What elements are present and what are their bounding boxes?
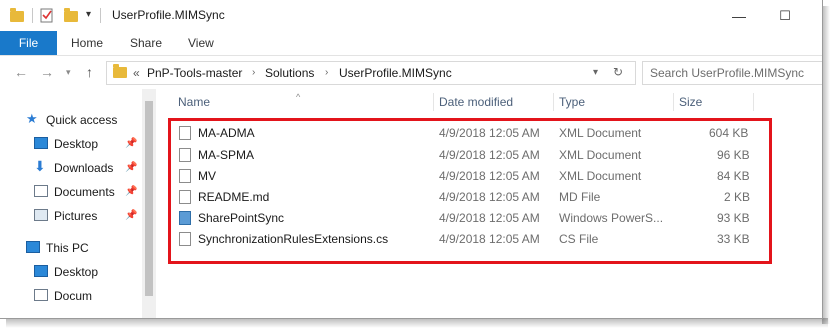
folder-icon [113,64,127,78]
address-bar[interactable]: « PnP-Tools-master › Solutions › UserPro… [106,61,636,85]
breadcrumb-separator-icon: › [325,67,329,78]
nav-item-label: Quick access [46,113,118,127]
column-header-date-modified[interactable]: Date modified [439,95,513,109]
download-icon: ⬇ [34,158,46,174]
divider [100,8,101,23]
computer-icon [26,241,40,253]
nav-item-pictures[interactable]: Pictures 📌 [0,205,142,227]
nav-item-downloads[interactable]: ⬇ Downloads 📌 [0,157,142,179]
documents-icon [34,185,48,197]
nav-item-label: Desktop [54,265,99,279]
sort-ascending-icon: ^ [296,92,301,102]
refresh-icon[interactable]: ↻ [613,65,623,79]
folder-icon [10,7,24,23]
highlight-annotation [168,118,772,264]
nav-item-documents-pc[interactable]: Docum [0,285,142,307]
search-input[interactable]: Search UserProfile.MIMSync [650,66,804,80]
scrollbar-thumb[interactable] [145,101,153,296]
up-arrow-icon[interactable]: ↑ [86,64,93,80]
column-header-type[interactable]: Type [559,95,585,109]
pictures-icon [34,209,48,221]
new-folder-icon[interactable] [64,7,78,23]
nav-item-label: This PC [46,241,89,255]
forward-arrow-icon[interactable]: → [40,64,54,80]
pin-icon: 📌 [125,210,138,221]
column-divider[interactable] [553,93,554,111]
nav-item-quick-access[interactable]: ★ Quick access [0,109,142,131]
nav-item-label: Downloads [54,161,114,175]
nav-item-label: Docum [54,289,93,303]
nav-item-label: Pictures [54,209,98,223]
ribbon-tabs: File Home Share View [0,31,822,56]
address-dropdown-chevron-icon[interactable]: ▾ [593,67,598,78]
nav-item-documents[interactable]: Documents 📌 [0,181,142,203]
tab-share[interactable]: Share [130,36,162,50]
nav-item-this-pc[interactable]: This PC [0,237,142,259]
breadcrumb-overflow[interactable]: « [133,66,140,80]
back-arrow-icon[interactable]: ← [14,64,28,80]
navigation-pane: ★ Quick access Desktop 📌 ⬇ Downloads 📌 D… [0,89,142,318]
recent-locations-chevron-icon[interactable]: ▾ [66,67,71,78]
tab-view[interactable]: View [188,36,214,50]
pin-icon: 📌 [125,162,138,173]
tab-file[interactable]: File [0,31,57,55]
column-divider[interactable] [753,93,754,111]
properties-icon[interactable] [40,7,54,23]
navigation-pane-scrollbar[interactable] [142,89,156,318]
customize-quick-access-icon[interactable]: ▾ [86,9,91,25]
maximize-button[interactable]: ☐ [762,0,808,31]
nav-item-desktop[interactable]: Desktop 📌 [0,133,142,155]
breadcrumb-solutions[interactable]: Solutions [265,66,314,80]
nav-item-desktop-pc[interactable]: Desktop [0,261,142,283]
column-divider[interactable] [433,93,434,111]
search-box[interactable]: Search UserProfile.MIMSync [642,61,822,85]
title-bar: ▾ UserProfile.MIMSync — ☐ [0,0,822,31]
divider [32,8,33,23]
documents-icon [34,289,48,301]
breadcrumb-pnp-tools-master[interactable]: PnP-Tools-master [147,66,242,80]
pin-icon: 📌 [125,138,138,149]
column-divider[interactable] [673,93,674,111]
desktop-icon [34,137,48,149]
window-title: UserProfile.MIMSync [112,8,225,22]
pin-icon: 📌 [125,186,138,197]
star-icon: ★ [26,111,38,126]
breadcrumb-separator-icon: › [252,67,256,78]
window-shadow-bottom [6,318,828,328]
column-header-size[interactable]: Size [679,95,702,109]
nav-item-label: Desktop [54,137,99,151]
nav-item-label: Documents [54,185,115,199]
desktop-icon [34,265,48,277]
tab-home[interactable]: Home [71,36,103,50]
breadcrumb-userprofile-mimsync[interactable]: UserProfile.MIMSync [339,66,452,80]
minimize-button[interactable]: — [716,0,762,31]
window-shadow-right [822,6,830,324]
column-header-name[interactable]: Name [178,95,210,109]
navigation-bar: ← → ▾ ↑ « PnP-Tools-master › Solutions ›… [0,56,822,89]
